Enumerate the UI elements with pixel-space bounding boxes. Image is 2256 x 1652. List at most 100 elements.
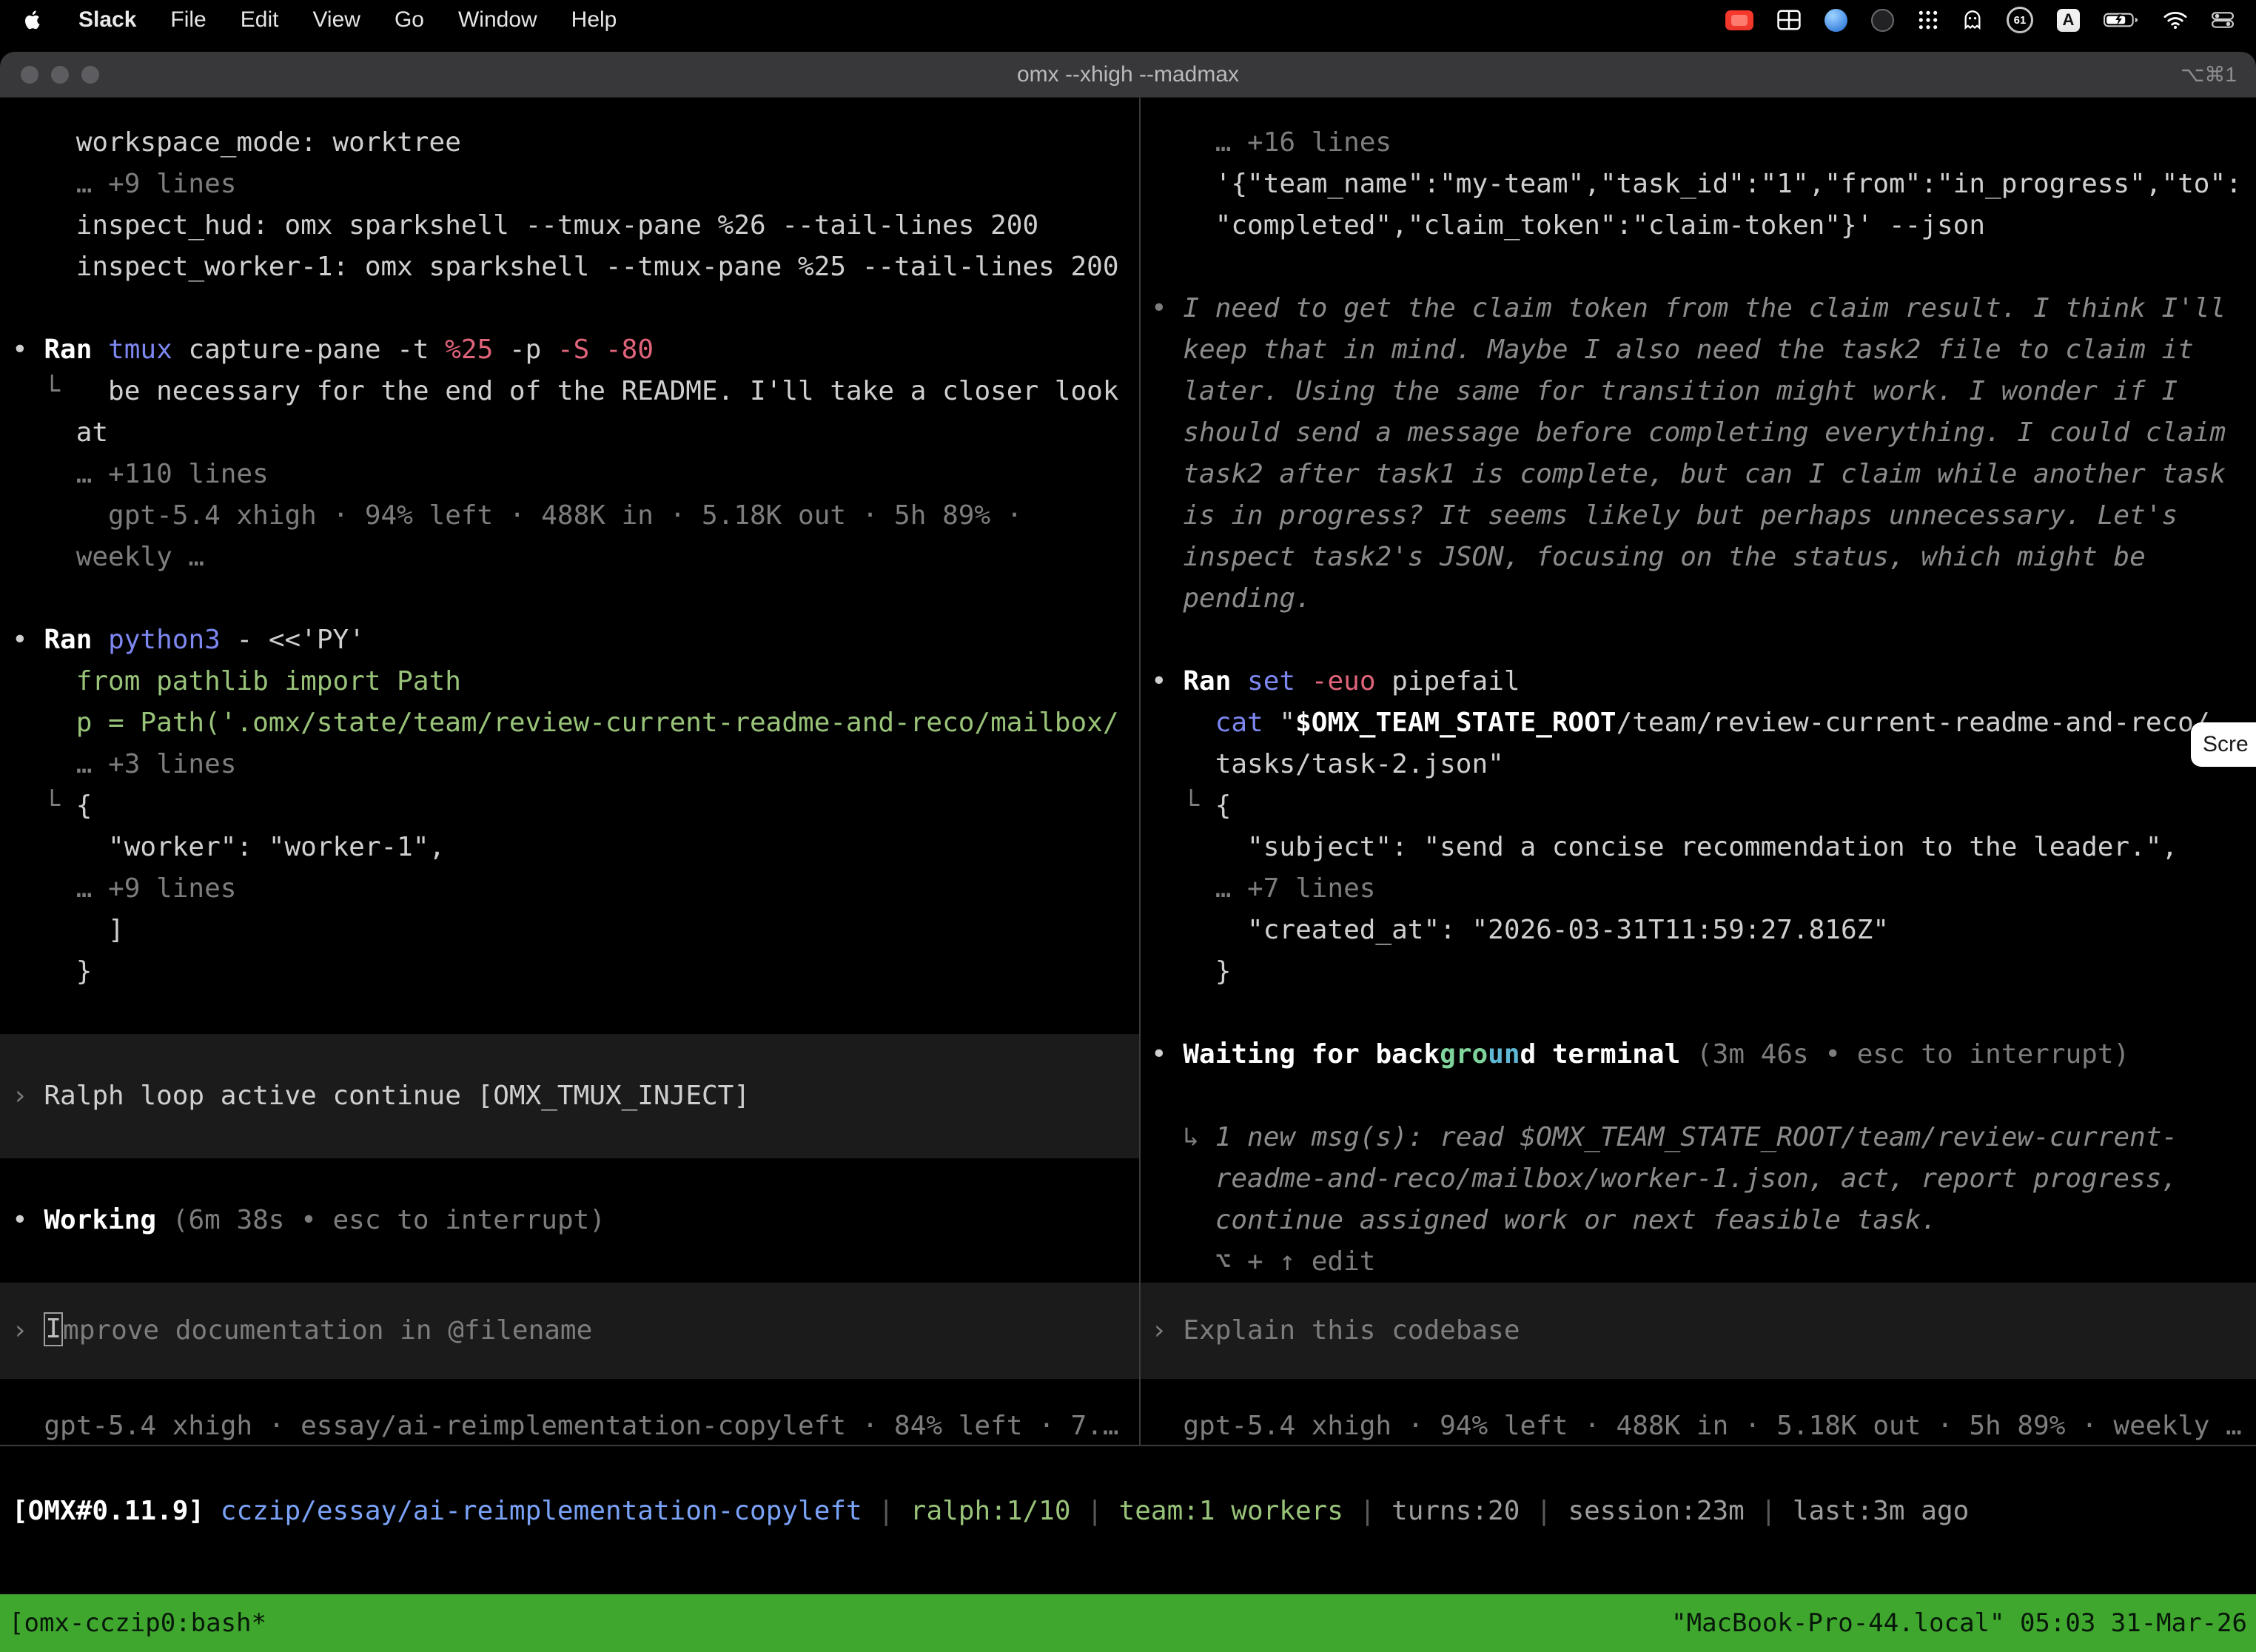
window-grid-icon[interactable] xyxy=(1777,0,1801,40)
menu-edit[interactable]: Edit xyxy=(241,7,279,33)
window-title: omx --xhigh --madmax xyxy=(0,62,2256,87)
terminal-line: "subject": "send a concise recommendatio… xyxy=(1141,827,2256,868)
menu-view[interactable]: View xyxy=(312,7,360,33)
wifi-icon[interactable] xyxy=(2163,0,2188,40)
terminal-line: readme-and-reco/mailbox/worker-1.json, a… xyxy=(1141,1158,2256,1200)
terminal-line: [OMX#0.11.9] cczip/essay/ai-reimplementa… xyxy=(0,1491,2256,1532)
terminal-line: … +3 lines xyxy=(0,744,1139,785)
terminal-line: '{"team_name":"my-team","task_id":"1","f… xyxy=(1141,164,2256,205)
terminal-line: › Ralph loop active continue [OMX_TMUX_I… xyxy=(0,1075,750,1117)
terminal-line: gpt-5.4 xhigh · 94% left · 488K in · 5.1… xyxy=(1141,1406,2256,1445)
terminal-line: } xyxy=(0,951,1139,993)
terminal-line: … +110 lines xyxy=(0,454,1139,495)
dark-app-icon[interactable] xyxy=(1871,0,1894,40)
terminal-line: • Working (6m 38s • esc to interrupt) xyxy=(0,1200,1139,1241)
menu-bar-status: 61 A xyxy=(1725,0,2234,40)
terminal-line: tasks/task-2.json" xyxy=(1141,744,2256,785)
terminal-line xyxy=(0,578,1139,620)
terminal-line: inspect task2's JSON, focusing on the st… xyxy=(1141,537,2256,578)
terminal-line: • Ran tmux capture-pane -t %25 -p -S -80 xyxy=(0,329,1139,371)
terminal-line: └ { xyxy=(0,785,1139,827)
terminal-line: … +16 lines xyxy=(1141,122,2256,164)
ghost-icon[interactable] xyxy=(1962,0,1983,40)
terminal-line: • Ran python3 - <<'PY' xyxy=(0,620,1139,661)
battery-percent-label: 61 xyxy=(2014,14,2027,27)
terminal-line: pending. xyxy=(1141,578,2256,620)
menu-bar-left: Slack File Edit View Go Window Help xyxy=(22,7,617,33)
terminal-line: later. Using the same for transition mig… xyxy=(1141,371,2256,412)
tmux-status-bar: [omx-cczip0:bash* "MacBook-Pro-44.local"… xyxy=(0,1594,2256,1652)
terminal-line xyxy=(1141,1075,2256,1117)
terminal-line: from pathlib import Path xyxy=(0,661,1139,702)
terminal-line: • Ran set -euo pipefail xyxy=(1141,661,2256,702)
terminal-line: "worker": "worker-1", xyxy=(0,827,1139,868)
terminal-line: } xyxy=(1141,951,2256,993)
zoom-window-button[interactable] xyxy=(81,66,99,84)
dots-grid-icon[interactable] xyxy=(1918,0,1938,40)
terminal-line xyxy=(1141,620,2256,661)
pane-left[interactable]: workspace_mode: worktree … +9 lines insp… xyxy=(0,98,1139,1445)
terminal-line: keep that in mind. Maybe I also need the… xyxy=(1141,329,2256,371)
menu-help[interactable]: Help xyxy=(571,7,617,33)
pane-right[interactable]: … +16 lines '{"team_name":"my-team","tas… xyxy=(1141,98,2256,1445)
control-center-icon[interactable] xyxy=(2212,0,2234,40)
terminal-line xyxy=(0,1158,1139,1200)
terminal-window: omx --xhigh --madmax ⌥⌘1 workspace_mode:… xyxy=(0,52,2256,1652)
screen: Slack File Edit View Go Window Help 61 A xyxy=(0,0,2256,1652)
screenshot-notification-label: Scre xyxy=(2203,732,2249,757)
composer-input[interactable]: › Improve documentation in @filename xyxy=(0,1283,1139,1379)
terminal-line xyxy=(1141,993,2256,1034)
composer-input[interactable]: › Explain this codebase xyxy=(1141,1283,2256,1379)
queued-message-band: › Ralph loop active continue [OMX_TMUX_I… xyxy=(0,1034,1139,1158)
terminal-line: p = Path('.omx/state/team/review-current… xyxy=(0,702,1139,744)
terminal-line: └ { xyxy=(1141,785,2256,827)
terminal-line: continue assigned work or next feasible … xyxy=(1141,1200,2256,1241)
apple-menu-icon[interactable] xyxy=(22,7,44,33)
terminal-line: weekly … xyxy=(0,537,1139,578)
terminal-line: └ be necessary for the end of the README… xyxy=(0,371,1139,412)
battery-percent-ring[interactable]: 61 xyxy=(2007,7,2033,33)
window-titlebar[interactable]: omx --xhigh --madmax ⌥⌘1 xyxy=(0,52,2256,98)
input-source-badge[interactable]: A xyxy=(2057,0,2080,40)
terminal-line xyxy=(0,288,1139,329)
terminal-line: workspace_mode: worktree xyxy=(0,122,1139,164)
menu-file[interactable]: File xyxy=(170,7,206,33)
terminal-line: gpt-5.4 xhigh · essay/ai-reimplementatio… xyxy=(0,1406,1139,1445)
omx-status-line: [OMX#0.11.9] cczip/essay/ai-reimplementa… xyxy=(0,1491,2256,1532)
terminal-line: ↳ 1 new msg(s): read $OMX_TEAM_STATE_ROO… xyxy=(1141,1117,2256,1158)
terminal-line: should send a message before completing … xyxy=(1141,412,2256,454)
terminal-line: … +9 lines xyxy=(0,868,1139,910)
terminal-content[interactable]: workspace_mode: worktree … +9 lines insp… xyxy=(0,98,2256,1594)
terminal-line: ⌥ + ↑ edit xyxy=(1141,1241,2256,1283)
menu-items: File Edit View Go Window Help xyxy=(170,7,617,33)
terminal-line xyxy=(0,993,1139,1034)
screenshot-notification[interactable]: Scre xyxy=(2191,722,2256,767)
tmux-session-label[interactable]: [omx-cczip0:bash* xyxy=(9,1608,266,1638)
window-shortcut-hint: ⌥⌘1 xyxy=(2181,62,2237,87)
menu-go[interactable]: Go xyxy=(395,7,424,33)
terminal-line: cat "$OMX_TEAM_STATE_ROOT/team/review-cu… xyxy=(1141,702,2256,744)
close-window-button[interactable] xyxy=(21,66,38,84)
battery-icon[interactable] xyxy=(2104,0,2139,40)
pane-footer: gpt-5.4 xhigh · 94% left · 488K in · 5.1… xyxy=(1141,1406,2256,1445)
menu-bar: Slack File Edit View Go Window Help 61 A xyxy=(0,0,2256,40)
screen-record-icon[interactable] xyxy=(1725,0,1753,40)
app-menu-name[interactable]: Slack xyxy=(78,7,136,33)
terminal-line: › Explain this codebase xyxy=(1141,1310,1520,1352)
terminal-line: › Improve documentation in @filename xyxy=(0,1310,592,1352)
terminal-line: at xyxy=(0,412,1139,454)
menu-window[interactable]: Window xyxy=(458,7,537,33)
minimize-window-button[interactable] xyxy=(51,66,69,84)
tmux-host-clock-label: "MacBook-Pro-44.local" 05:03 31-Mar-26 xyxy=(1671,1608,2247,1638)
status-separator xyxy=(0,1445,2256,1446)
pane-footer: gpt-5.4 xhigh · essay/ai-reimplementatio… xyxy=(0,1406,1139,1445)
blue-app-icon[interactable] xyxy=(1824,0,1847,40)
terminal-line: … +9 lines xyxy=(0,164,1139,205)
terminal-line: task2 after task1 is complete, but can I… xyxy=(1141,454,2256,495)
terminal-line: "completed","claim_token":"claim-token"}… xyxy=(1141,205,2256,246)
traffic-lights xyxy=(21,66,99,84)
terminal-line xyxy=(1141,246,2256,288)
terminal-line: gpt-5.4 xhigh · 94% left · 488K in · 5.1… xyxy=(0,495,1139,537)
terminal-line: is in progress? It seems likely but perh… xyxy=(1141,495,2256,537)
terminal-line: • I need to get the claim token from the… xyxy=(1141,288,2256,329)
